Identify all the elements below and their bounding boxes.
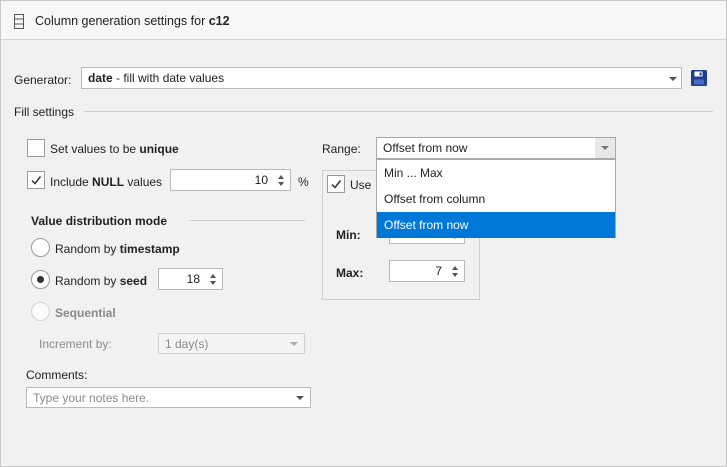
min-label: Min: xyxy=(336,228,361,242)
include-null-label: Include NULL values xyxy=(50,175,162,189)
chevron-down-icon xyxy=(296,396,304,400)
radio-selected-dot xyxy=(37,276,44,283)
random-by-timestamp-label: Random by timestamp xyxy=(55,242,180,256)
unique-label: Set values to be unique xyxy=(50,142,179,156)
seed-bold: seed xyxy=(119,274,148,288)
check-icon xyxy=(331,180,342,189)
generator-type: date xyxy=(88,71,113,85)
generator-label: Generator: xyxy=(14,73,72,87)
generator-value: date - fill with date values xyxy=(88,71,224,85)
column-icon xyxy=(14,14,24,29)
max-stepper[interactable]: 7 xyxy=(389,260,465,282)
chevron-down-icon xyxy=(669,77,677,81)
save-icon[interactable] xyxy=(691,70,707,86)
distribution-divider xyxy=(189,220,305,221)
spin-up-icon[interactable] xyxy=(452,266,458,270)
sequential-bold: Sequential xyxy=(55,306,116,320)
increment-value: 1 day(s) xyxy=(165,337,209,351)
sequential-label: Sequential xyxy=(55,306,116,320)
random-by-seed-label: Random by seed xyxy=(55,274,147,288)
range-dropdown-button[interactable] xyxy=(595,138,615,158)
range-option-offset-from-now[interactable]: Offset from now xyxy=(377,212,615,238)
chevron-down-icon xyxy=(601,146,609,150)
unique-label-prefix: Set values to be xyxy=(50,142,140,156)
range-value: Offset from now xyxy=(383,141,468,155)
spin-down-icon[interactable] xyxy=(278,182,284,186)
use-offset-checkbox[interactable] xyxy=(327,175,345,193)
chevron-down-icon xyxy=(290,342,298,346)
panel-header: Column generation settings for c12 xyxy=(1,1,726,40)
section-divider xyxy=(84,111,713,112)
generator-description: - fill with date values xyxy=(112,71,225,85)
spin-down-icon[interactable] xyxy=(452,273,458,277)
max-label: Max: xyxy=(336,266,364,280)
sequential-radio[interactable] xyxy=(31,302,50,321)
range-option-offset-from-column[interactable]: Offset from column xyxy=(377,186,615,212)
null-percent-stepper[interactable]: 10 xyxy=(170,169,291,191)
range-option-min-max[interactable]: Min ... Max xyxy=(377,160,615,186)
generator-select[interactable]: date - fill with date values xyxy=(81,67,682,89)
increment-label: Increment by: xyxy=(39,337,112,351)
timestamp-prefix: Random by xyxy=(55,242,120,256)
panel-title: Column generation settings for c12 xyxy=(35,14,230,28)
seed-value: 18 xyxy=(186,272,200,286)
unique-label-bold: unique xyxy=(139,142,179,156)
range-select[interactable]: Offset from now xyxy=(376,137,616,159)
comments-placeholder: Type your notes here. xyxy=(33,391,150,405)
spin-up-icon[interactable] xyxy=(210,274,216,278)
timestamp-bold: timestamp xyxy=(119,242,180,256)
use-offset-label: Use xyxy=(350,178,372,192)
range-label: Range: xyxy=(322,142,361,156)
null-percent-value: 10 xyxy=(254,173,268,187)
range-dropdown-list: Min ... Max Offset from column Offset fr… xyxy=(376,159,616,238)
title-prefix: Column generation settings for xyxy=(35,14,206,28)
unique-checkbox[interactable] xyxy=(27,139,45,157)
include-null-bold: NULL xyxy=(92,175,125,189)
distribution-mode-label: Value distribution mode xyxy=(31,214,168,228)
random-by-timestamp-radio[interactable] xyxy=(31,238,50,257)
max-value: 7 xyxy=(435,264,442,278)
seed-stepper[interactable]: 18 xyxy=(158,268,223,290)
percent-unit: % xyxy=(298,175,309,189)
include-null-suffix: values xyxy=(124,175,163,189)
spin-down-icon[interactable] xyxy=(210,281,216,285)
check-icon xyxy=(31,176,42,185)
seed-prefix: Random by xyxy=(55,274,120,288)
comments-input[interactable]: Type your notes here. xyxy=(26,387,311,408)
include-null-checkbox[interactable] xyxy=(27,171,45,189)
spin-up-icon[interactable] xyxy=(278,175,284,179)
random-by-seed-radio[interactable] xyxy=(31,270,50,289)
title-column: c12 xyxy=(208,14,230,28)
comments-label: Comments: xyxy=(26,368,88,382)
increment-select[interactable]: 1 day(s) xyxy=(158,333,305,354)
fill-settings-label: Fill settings xyxy=(14,105,75,119)
include-null-prefix: Include xyxy=(50,175,93,189)
